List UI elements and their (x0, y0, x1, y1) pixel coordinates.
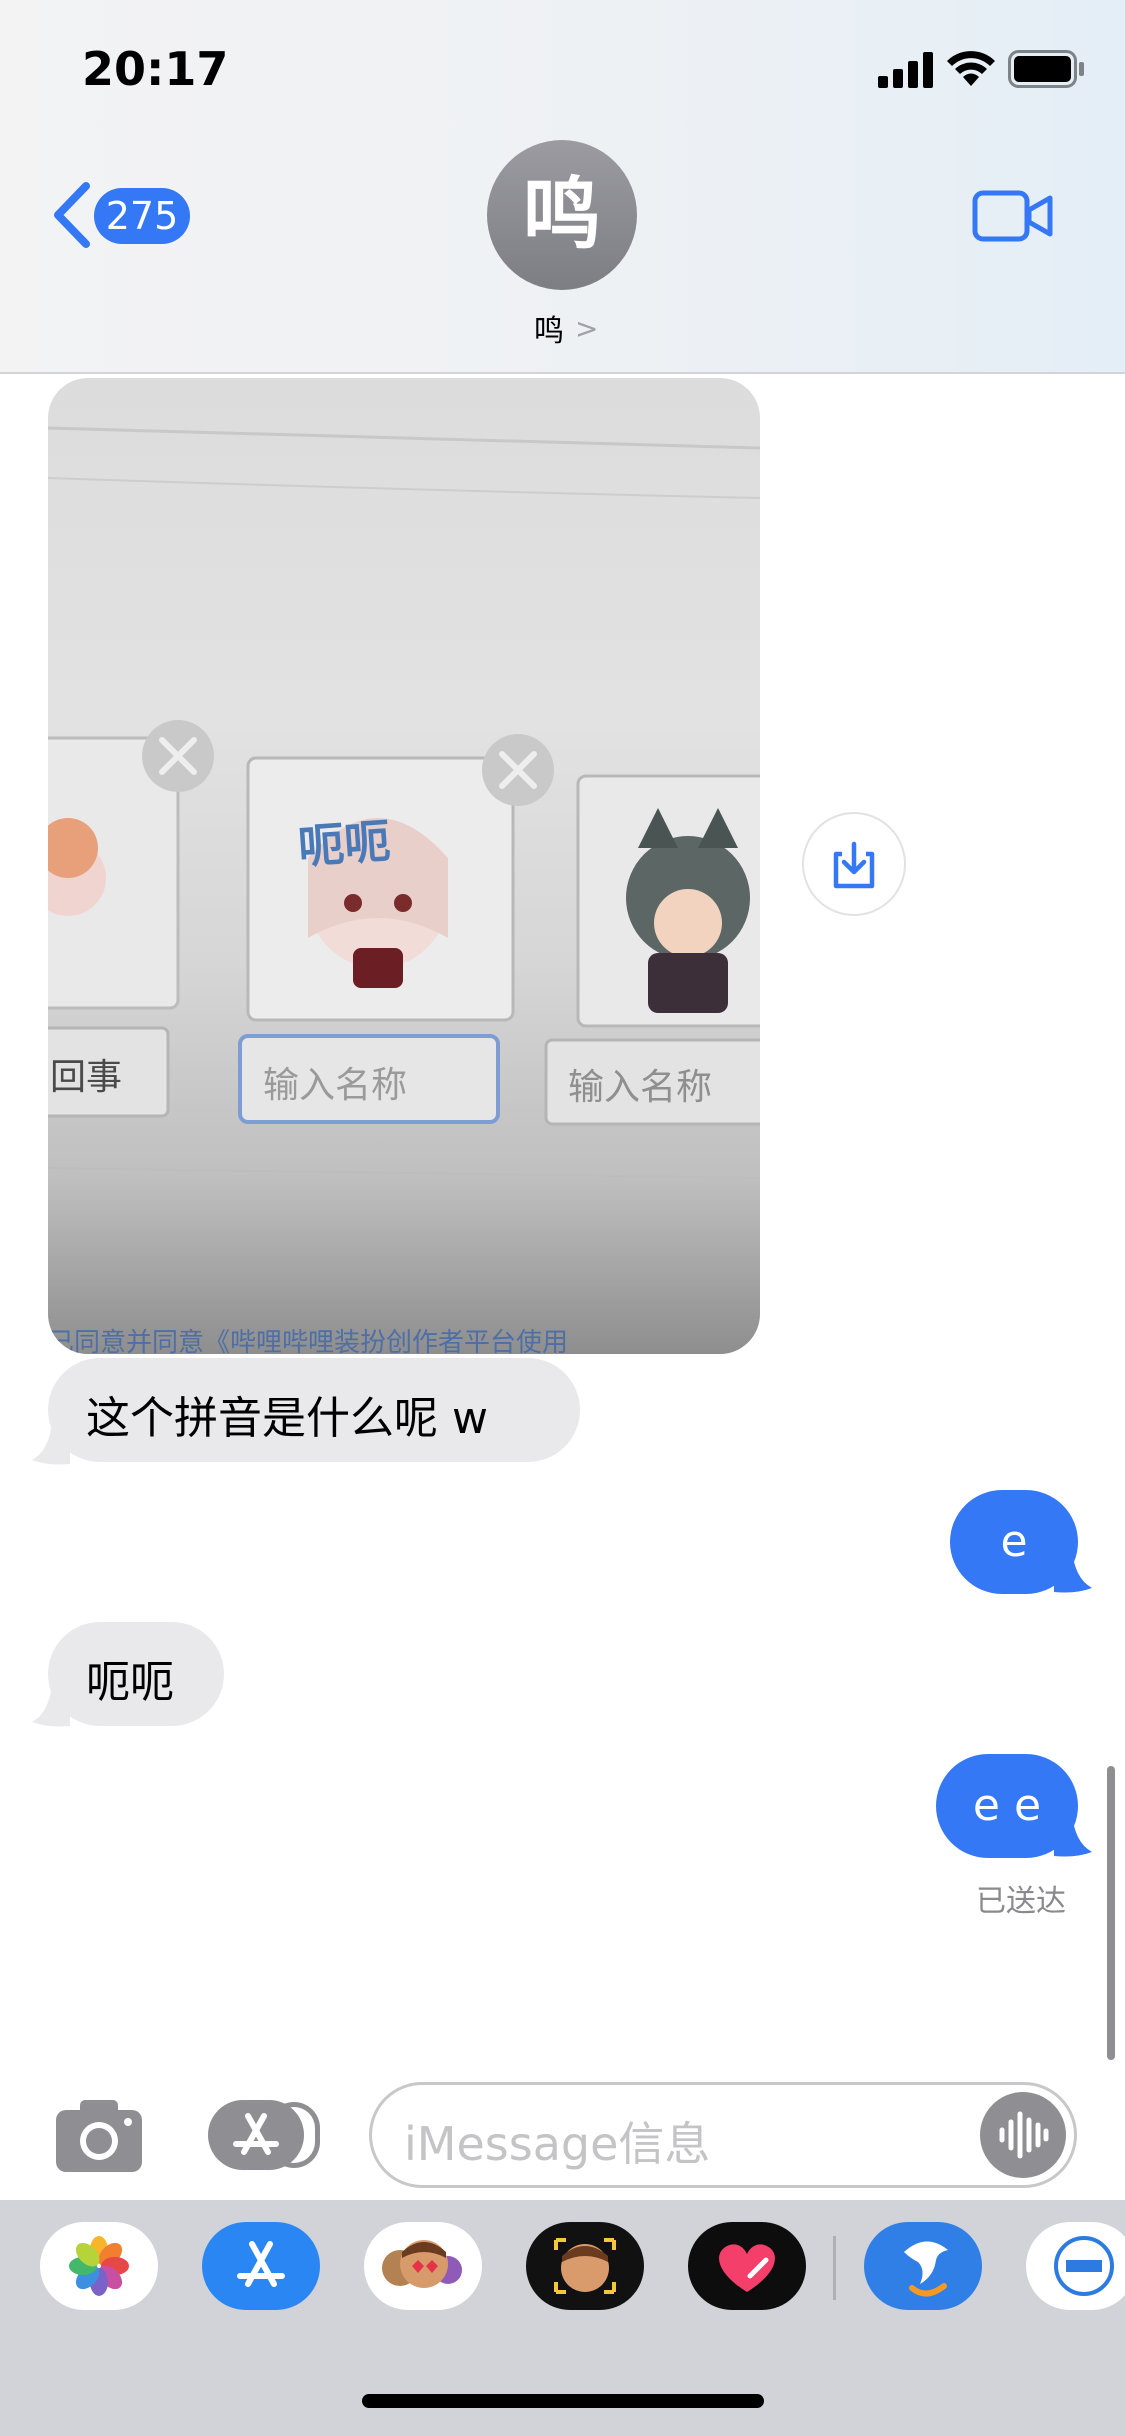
back-chevron-icon[interactable] (46, 180, 100, 250)
photos-app-button[interactable] (40, 2222, 158, 2310)
photo-content (48, 426, 760, 1179)
contact-avatar[interactable]: 鸣 (487, 140, 637, 290)
ifly-icon (1054, 2236, 1114, 2296)
sticker-label: 呃呃 (296, 813, 392, 875)
app-store-icon (233, 2113, 279, 2155)
photo-label-2: 输入名称 (263, 1065, 408, 1106)
waveform-icon (999, 2111, 1049, 2159)
dolphin-app-button[interactable] (864, 2222, 982, 2310)
dolphin-icon (904, 2241, 948, 2297)
home-indicator[interactable] (362, 2394, 764, 2408)
memoji-camera-app-button[interactable] (526, 2222, 644, 2310)
save-down-icon (833, 841, 875, 889)
message-input-placeholder: iMessage信息 (404, 2117, 711, 2171)
app-store-app-icon (237, 2241, 285, 2287)
photo-footer-text: 已同意并同意《哔哩哔哩装扮创作者平台使用 (48, 1328, 569, 1354)
scrollbar[interactable] (1107, 1766, 1115, 2060)
memoji-icon (382, 2240, 462, 2288)
unread-count-badge[interactable]: 275 (94, 188, 190, 244)
camera-icon[interactable] (52, 2096, 146, 2176)
video-call-icon[interactable] (972, 188, 1054, 244)
save-photo-button[interactable] (802, 812, 906, 916)
contact-name[interactable]: 鸣 (534, 306, 564, 350)
status-time: 20:17 (82, 42, 229, 96)
app-store-button[interactable] (208, 2100, 304, 2170)
photos-icon (69, 2236, 129, 2296)
memoji-camera-icon (554, 2238, 616, 2294)
ifly-app-button[interactable] (1026, 2222, 1125, 2310)
app-strip-divider (833, 2236, 836, 2300)
message-bubble-outgoing[interactable]: e (950, 1490, 1078, 1594)
memoji-stickers-app-button[interactable] (364, 2222, 482, 2310)
app-store-app-button[interactable] (202, 2222, 320, 2310)
signal-icon (878, 52, 933, 88)
photo-label-1: 回事 (50, 1057, 123, 1098)
photo-attachment[interactable]: 呃呃 回事 输入名称 输入名称 已同意并同意《哔哩哔哩装扮创作者平台使用 (48, 378, 760, 1354)
message-bubble-incoming[interactable]: 呃呃 (48, 1622, 224, 1726)
message-bubble-outgoing[interactable]: e e (936, 1754, 1078, 1858)
photo-label-3: 输入名称 (568, 1067, 713, 1108)
heart-icon (719, 2244, 775, 2292)
battery-icon (1008, 50, 1084, 88)
digital-touch-app-button[interactable] (688, 2222, 806, 2310)
wifi-icon (947, 51, 995, 86)
contact-chevron-icon[interactable]: > (575, 312, 598, 345)
audio-record-button[interactable] (980, 2092, 1066, 2178)
message-bubble-incoming[interactable]: 这个拼音是什么呢 w (48, 1358, 580, 1462)
delivered-status: 已送达 (976, 1884, 1066, 1919)
